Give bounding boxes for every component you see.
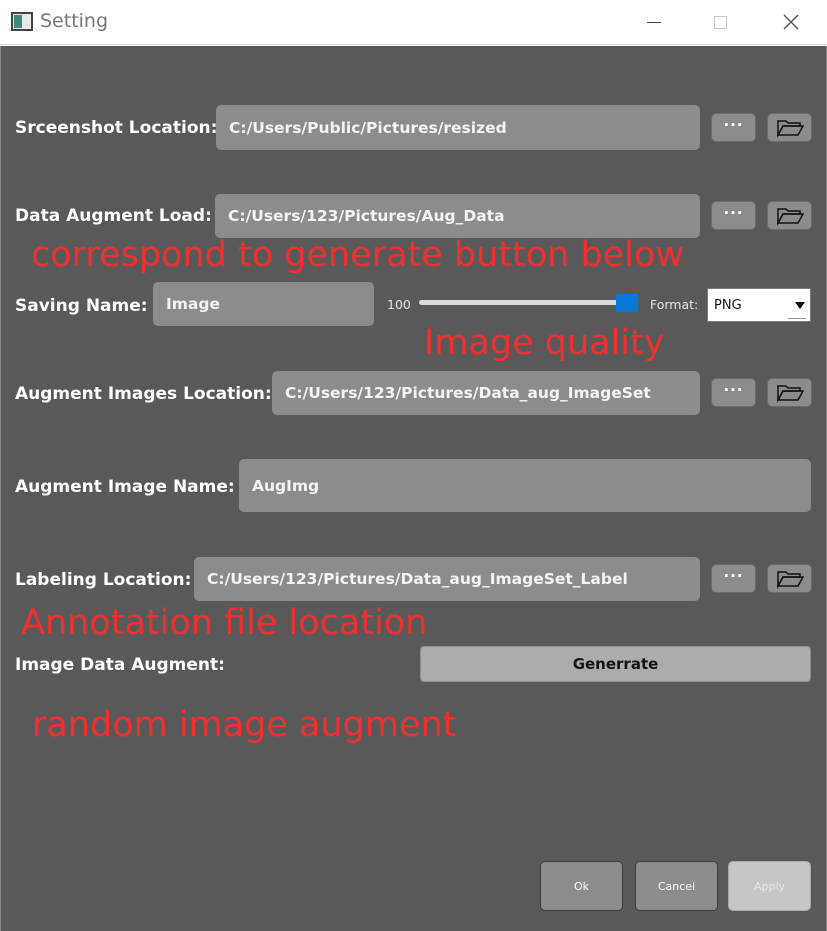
data-augment-load-field[interactable]: C:/Users/123/Pictures/Aug_Data [215, 194, 700, 238]
app-icon [11, 12, 33, 31]
labeling-browse-button[interactable]: ··· [711, 564, 756, 593]
quality-annotation: Image quality [424, 323, 665, 363]
labeling-location-label: Labeling Location: [15, 570, 192, 590]
format-label: Format: [650, 297, 699, 312]
maximize-button[interactable] [700, 6, 740, 38]
augment-annotation: random image augment [32, 705, 457, 745]
folder-icon [776, 570, 804, 589]
apply-button[interactable]: Apply [728, 861, 811, 911]
folder-icon [776, 119, 804, 138]
minimize-icon [647, 21, 661, 23]
saving-name-field[interactable]: Image [153, 282, 374, 326]
close-icon [783, 14, 799, 30]
augment-image-name-label: Augment Image Name: [15, 477, 235, 497]
close-button[interactable] [771, 6, 811, 38]
folder-icon [776, 207, 804, 226]
more-icon: ··· [723, 115, 744, 134]
labeling-location-field[interactable]: C:/Users/123/Pictures/Data_aug_ImageSet_… [194, 557, 700, 601]
quality-slider-handle[interactable] [616, 294, 638, 312]
augment-images-browse-button[interactable]: ··· [711, 378, 756, 407]
folder-icon [776, 384, 804, 403]
minimize-button[interactable] [634, 6, 674, 38]
augment-images-location-field[interactable]: C:/Users/123/Pictures/Data_aug_ImageSet [272, 371, 700, 415]
format-select[interactable]: PNG [707, 288, 811, 322]
more-icon: ··· [723, 566, 744, 585]
cancel-button[interactable]: Cancel [635, 861, 718, 911]
window-title: Setting [40, 10, 109, 32]
more-icon: ··· [723, 203, 744, 222]
settings-panel: Srceenshot Location: C:/Users/Public/Pic… [0, 46, 827, 931]
screenshot-open-folder-button[interactable] [767, 113, 812, 142]
labeling-open-folder-button[interactable] [767, 564, 812, 593]
screenshot-location-label: Srceenshot Location: [15, 118, 218, 138]
ok-button[interactable]: Ok [540, 861, 623, 911]
label-annotation: Annotation file location [21, 603, 428, 643]
data-augment-load-label: Data Augment Load: [15, 206, 212, 226]
more-icon: ··· [723, 380, 744, 399]
image-data-augment-label: Image Data Augment: [15, 655, 225, 675]
saving-name-label: Saving Name: [15, 296, 148, 316]
augment-images-open-folder-button[interactable] [767, 378, 812, 407]
format-select-value: PNG [714, 297, 742, 313]
quality-slider-track[interactable] [419, 300, 637, 305]
dropdown-arrow-icon [795, 302, 805, 309]
augment-image-name-field[interactable]: AugImg [239, 459, 811, 512]
screenshot-location-field[interactable]: C:/Users/Public/Pictures/resized [216, 105, 700, 150]
data-augment-open-folder-button[interactable] [767, 201, 812, 230]
screenshot-browse-button[interactable]: ··· [711, 113, 756, 142]
generate-annotation: correspond to generate button below [31, 235, 685, 275]
data-augment-browse-button[interactable]: ··· [711, 201, 756, 230]
augment-images-location-label: Augment Images Location: [15, 384, 272, 404]
generate-button[interactable]: Generrate [420, 646, 811, 682]
quality-value-label: 100 [387, 297, 411, 312]
title-bar: Setting [0, 0, 827, 45]
maximize-icon [713, 15, 727, 29]
